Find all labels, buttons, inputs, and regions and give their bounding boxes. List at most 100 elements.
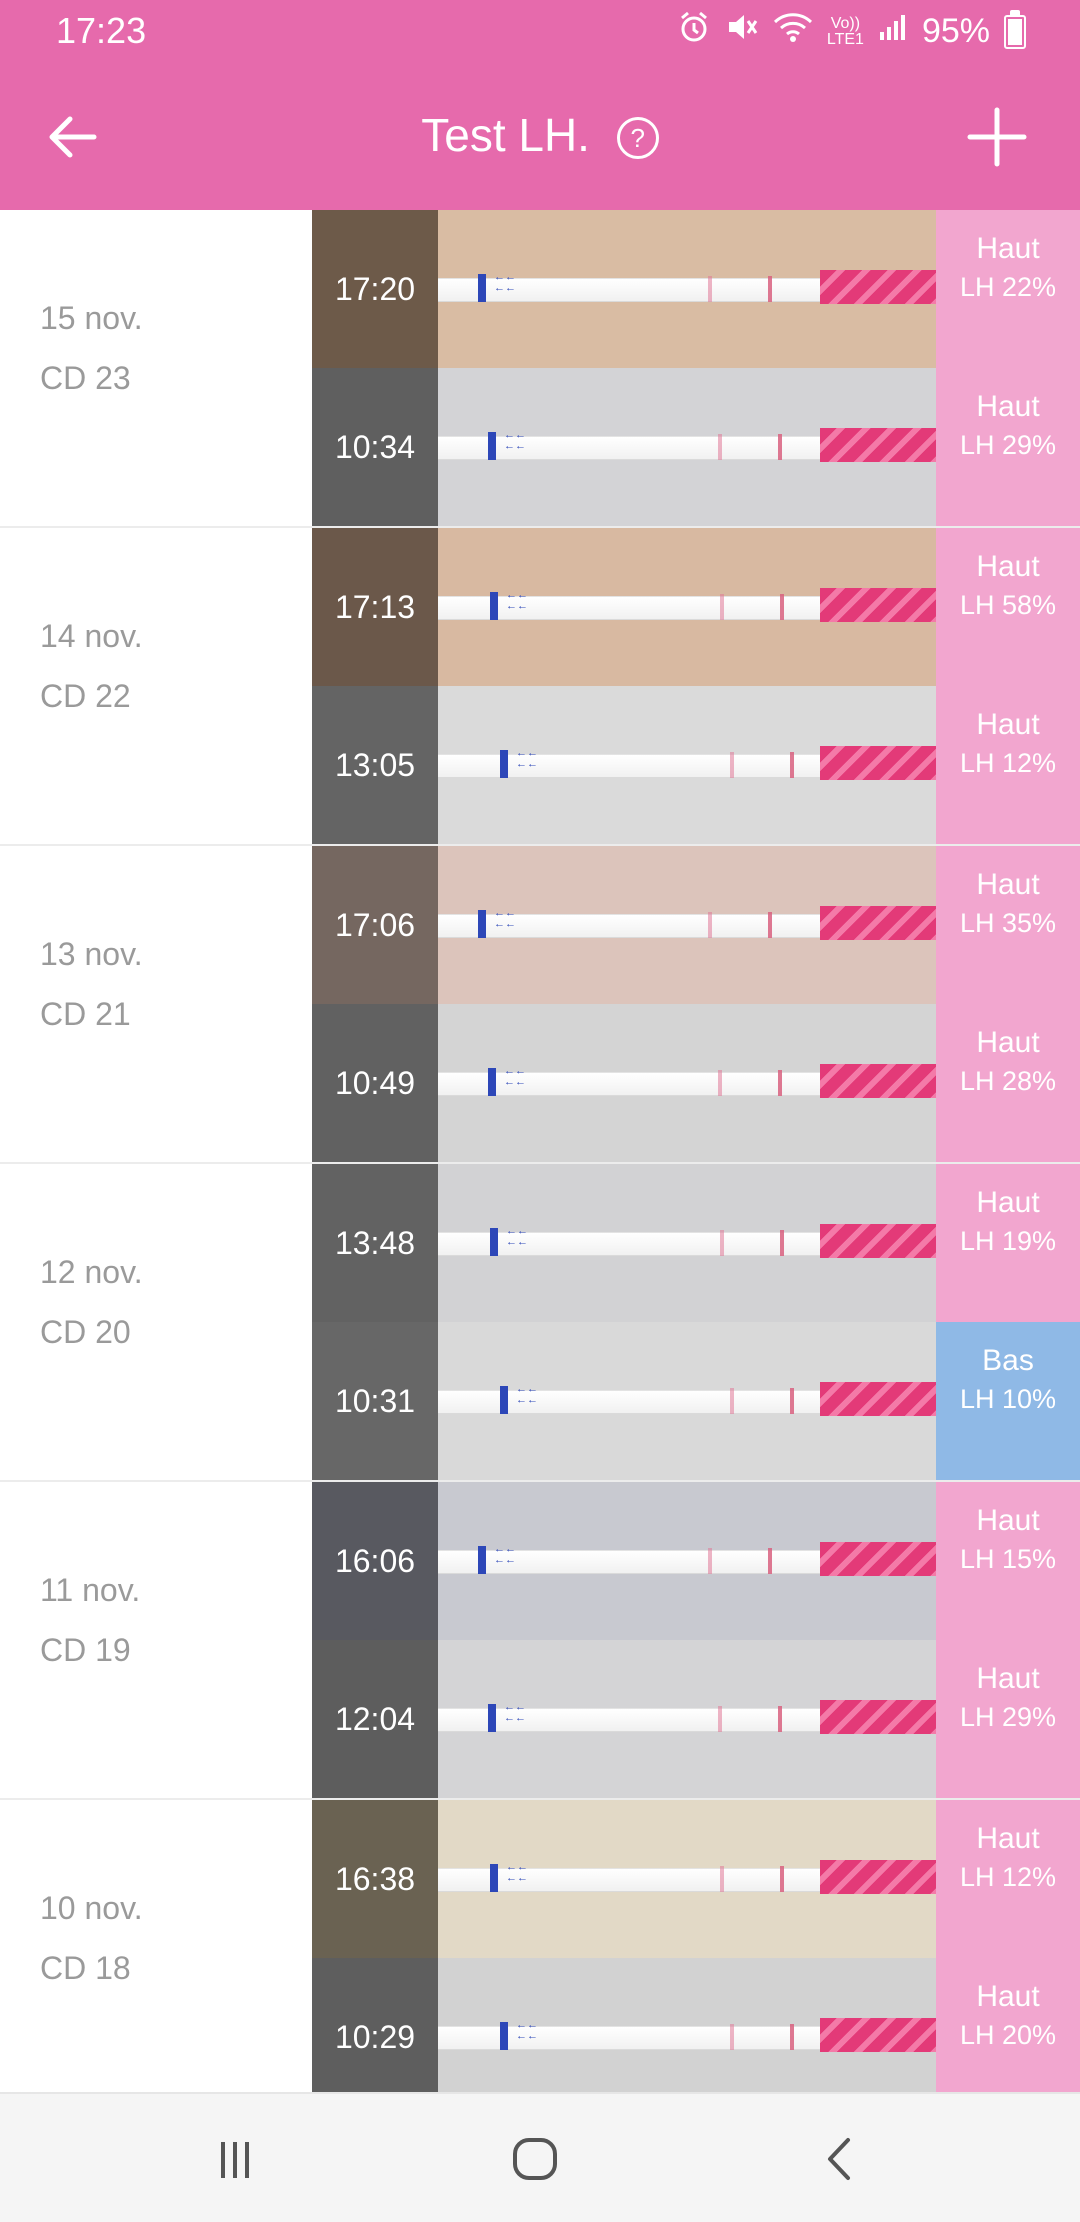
app-bar: Test LH. ?: [0, 64, 1080, 210]
strip-handle: [820, 2018, 948, 2052]
max-mark: [500, 750, 508, 778]
test-entry[interactable]: 10:29 ←← ←← Haut LH 20%: [312, 1958, 1080, 2092]
help-icon[interactable]: ?: [616, 117, 659, 159]
date-text: 10 nov.: [40, 1890, 143, 1926]
result-level: Haut: [976, 1662, 1040, 1695]
result-level: Bas: [982, 1344, 1034, 1377]
test-time: 17:06: [312, 846, 438, 1004]
test-line: [720, 1230, 724, 1256]
result-badge: Haut LH 28%: [936, 1004, 1080, 1162]
result-lh-percent: LH 12%: [959, 1862, 1057, 1892]
result-level: Haut: [976, 1980, 1040, 2013]
test-line: [708, 912, 712, 938]
max-mark: [488, 1068, 496, 1096]
result-lh-percent: LH 22%: [959, 272, 1057, 302]
max-arrow-icon: ←← ←←: [494, 907, 516, 930]
max-mark: [488, 432, 496, 460]
test-entry[interactable]: 13:05 ←← ←← Haut LH 12%: [312, 686, 1080, 844]
control-line: [778, 1070, 782, 1096]
max-arrow-icon: ←← ←←: [516, 2019, 538, 2042]
control-line: [768, 276, 772, 302]
date-text: 14 nov.: [40, 618, 143, 654]
control-line: [768, 912, 772, 938]
cycle-day-text: CD 21: [40, 996, 131, 1032]
result-level: Haut: [976, 1026, 1040, 1059]
system-nav-bar: [0, 2092, 1080, 2222]
control-line: [778, 434, 782, 460]
result-level: Haut: [976, 1822, 1040, 1855]
test-entry[interactable]: 17:13 ←← ←← Haut LH 58%: [312, 528, 1080, 686]
alarm-icon: [677, 10, 711, 53]
result-badge: Haut LH 12%: [936, 686, 1080, 844]
max-mark: [478, 274, 486, 302]
system-back-button[interactable]: [810, 2134, 870, 2184]
result-lh-percent: LH 28%: [959, 1066, 1057, 1096]
test-line: [730, 1388, 734, 1414]
test-time: 16:38: [312, 1800, 438, 1958]
status-bar: 17:23 Vo)) LTE1 95%: [0, 0, 1080, 64]
result-lh-percent: LH 12%: [959, 748, 1057, 778]
result-lh-percent: LH 15%: [959, 1544, 1057, 1574]
day-group: 10 nov. CD 18 16:38 ←← ←← Haut LH 12% 10:29 ←← ←←…: [0, 1800, 1080, 2092]
date-text: 11 nov.: [40, 1572, 141, 1608]
test-strip-photo: ←← ←←: [438, 368, 948, 526]
test-entry[interactable]: 17:06 ←← ←← Haut LH 35%: [312, 846, 1080, 1004]
strip-handle: [820, 1382, 948, 1416]
test-time: 10:49: [312, 1004, 438, 1162]
test-strip-photo: ←← ←←: [438, 1322, 948, 1480]
day-group: 15 nov. CD 23 17:20 ←← ←← Haut LH 22% 10:34 ←← ←←…: [0, 210, 1080, 528]
home-button[interactable]: [505, 2134, 565, 2184]
result-badge: Haut LH 12%: [936, 1800, 1080, 1958]
max-arrow-icon: ←← ←←: [494, 271, 516, 294]
test-entry[interactable]: 13:48 ←← ←← Haut LH 19%: [312, 1164, 1080, 1322]
test-strip-photo: ←← ←←: [438, 1482, 948, 1640]
result-level: Haut: [976, 232, 1040, 265]
max-arrow-icon: ←← ←←: [506, 1861, 528, 1884]
day-label: 13 nov. CD 21: [40, 924, 143, 1044]
test-time: 10:29: [312, 1958, 438, 2092]
volte-icon: Vo)) LTE1: [826, 14, 864, 48]
strip-handle: [820, 906, 948, 940]
test-entry[interactable]: 10:31 ←← ←← Bas LH 10%: [312, 1322, 1080, 1480]
result-lh-percent: LH 19%: [959, 1226, 1057, 1256]
test-strip-photo: ←← ←←: [438, 528, 948, 686]
result-badge: Haut LH 20%: [936, 1958, 1080, 2092]
result-lh-percent: LH 29%: [959, 430, 1057, 460]
control-line: [790, 1388, 794, 1414]
date-text: 13 nov.: [40, 936, 143, 972]
result-badge: Haut LH 29%: [936, 1640, 1080, 1798]
test-entry[interactable]: 16:06 ←← ←← Haut LH 15%: [312, 1482, 1080, 1640]
add-test-button[interactable]: [964, 104, 1030, 170]
cycle-day-text: CD 19: [40, 1632, 131, 1668]
test-entry[interactable]: 10:34 ←← ←← Haut LH 29%: [312, 368, 1080, 526]
max-arrow-icon: ←← ←←: [494, 1543, 516, 1566]
max-mark: [490, 1864, 498, 1892]
result-badge: Haut LH 22%: [936, 210, 1080, 368]
test-entry[interactable]: 17:20 ←← ←← Haut LH 22%: [312, 210, 1080, 368]
test-line: [720, 1866, 724, 1892]
title-area: Test LH. ?: [0, 108, 1080, 162]
test-line: [708, 1548, 712, 1574]
test-entry[interactable]: 12:04 ←← ←← Haut LH 29%: [312, 1640, 1080, 1798]
recent-apps-button[interactable]: [205, 2134, 265, 2184]
date-text: 12 nov.: [40, 1254, 143, 1290]
max-arrow-icon: ←← ←←: [516, 1383, 538, 1406]
control-line: [768, 1548, 772, 1574]
test-time: 13:05: [312, 686, 438, 844]
test-line: [708, 276, 712, 302]
test-entry[interactable]: 16:38 ←← ←← Haut LH 12%: [312, 1800, 1080, 1958]
result-badge: Haut LH 58%: [936, 528, 1080, 686]
result-lh-percent: LH 20%: [959, 2020, 1057, 2050]
test-entry[interactable]: 10:49 ←← ←← Haut LH 28%: [312, 1004, 1080, 1162]
strip-handle: [820, 270, 948, 304]
test-strip-photo: ←← ←←: [438, 1958, 948, 2092]
lh-test-list[interactable]: 15 nov. CD 23 17:20 ←← ←← Haut LH 22% 10:34 ←← ←←…: [0, 210, 1080, 2092]
cycle-day-text: CD 18: [40, 1950, 131, 1986]
test-time: 13:48: [312, 1164, 438, 1322]
test-line: [718, 1070, 722, 1096]
result-level: Haut: [976, 550, 1040, 583]
day-group: 14 nov. CD 22 17:13 ←← ←← Haut LH 58% 13:05 ←← ←←…: [0, 528, 1080, 846]
result-badge: Bas LH 10%: [936, 1322, 1080, 1480]
result-level: Haut: [976, 868, 1040, 901]
result-lh-percent: LH 35%: [959, 908, 1057, 938]
